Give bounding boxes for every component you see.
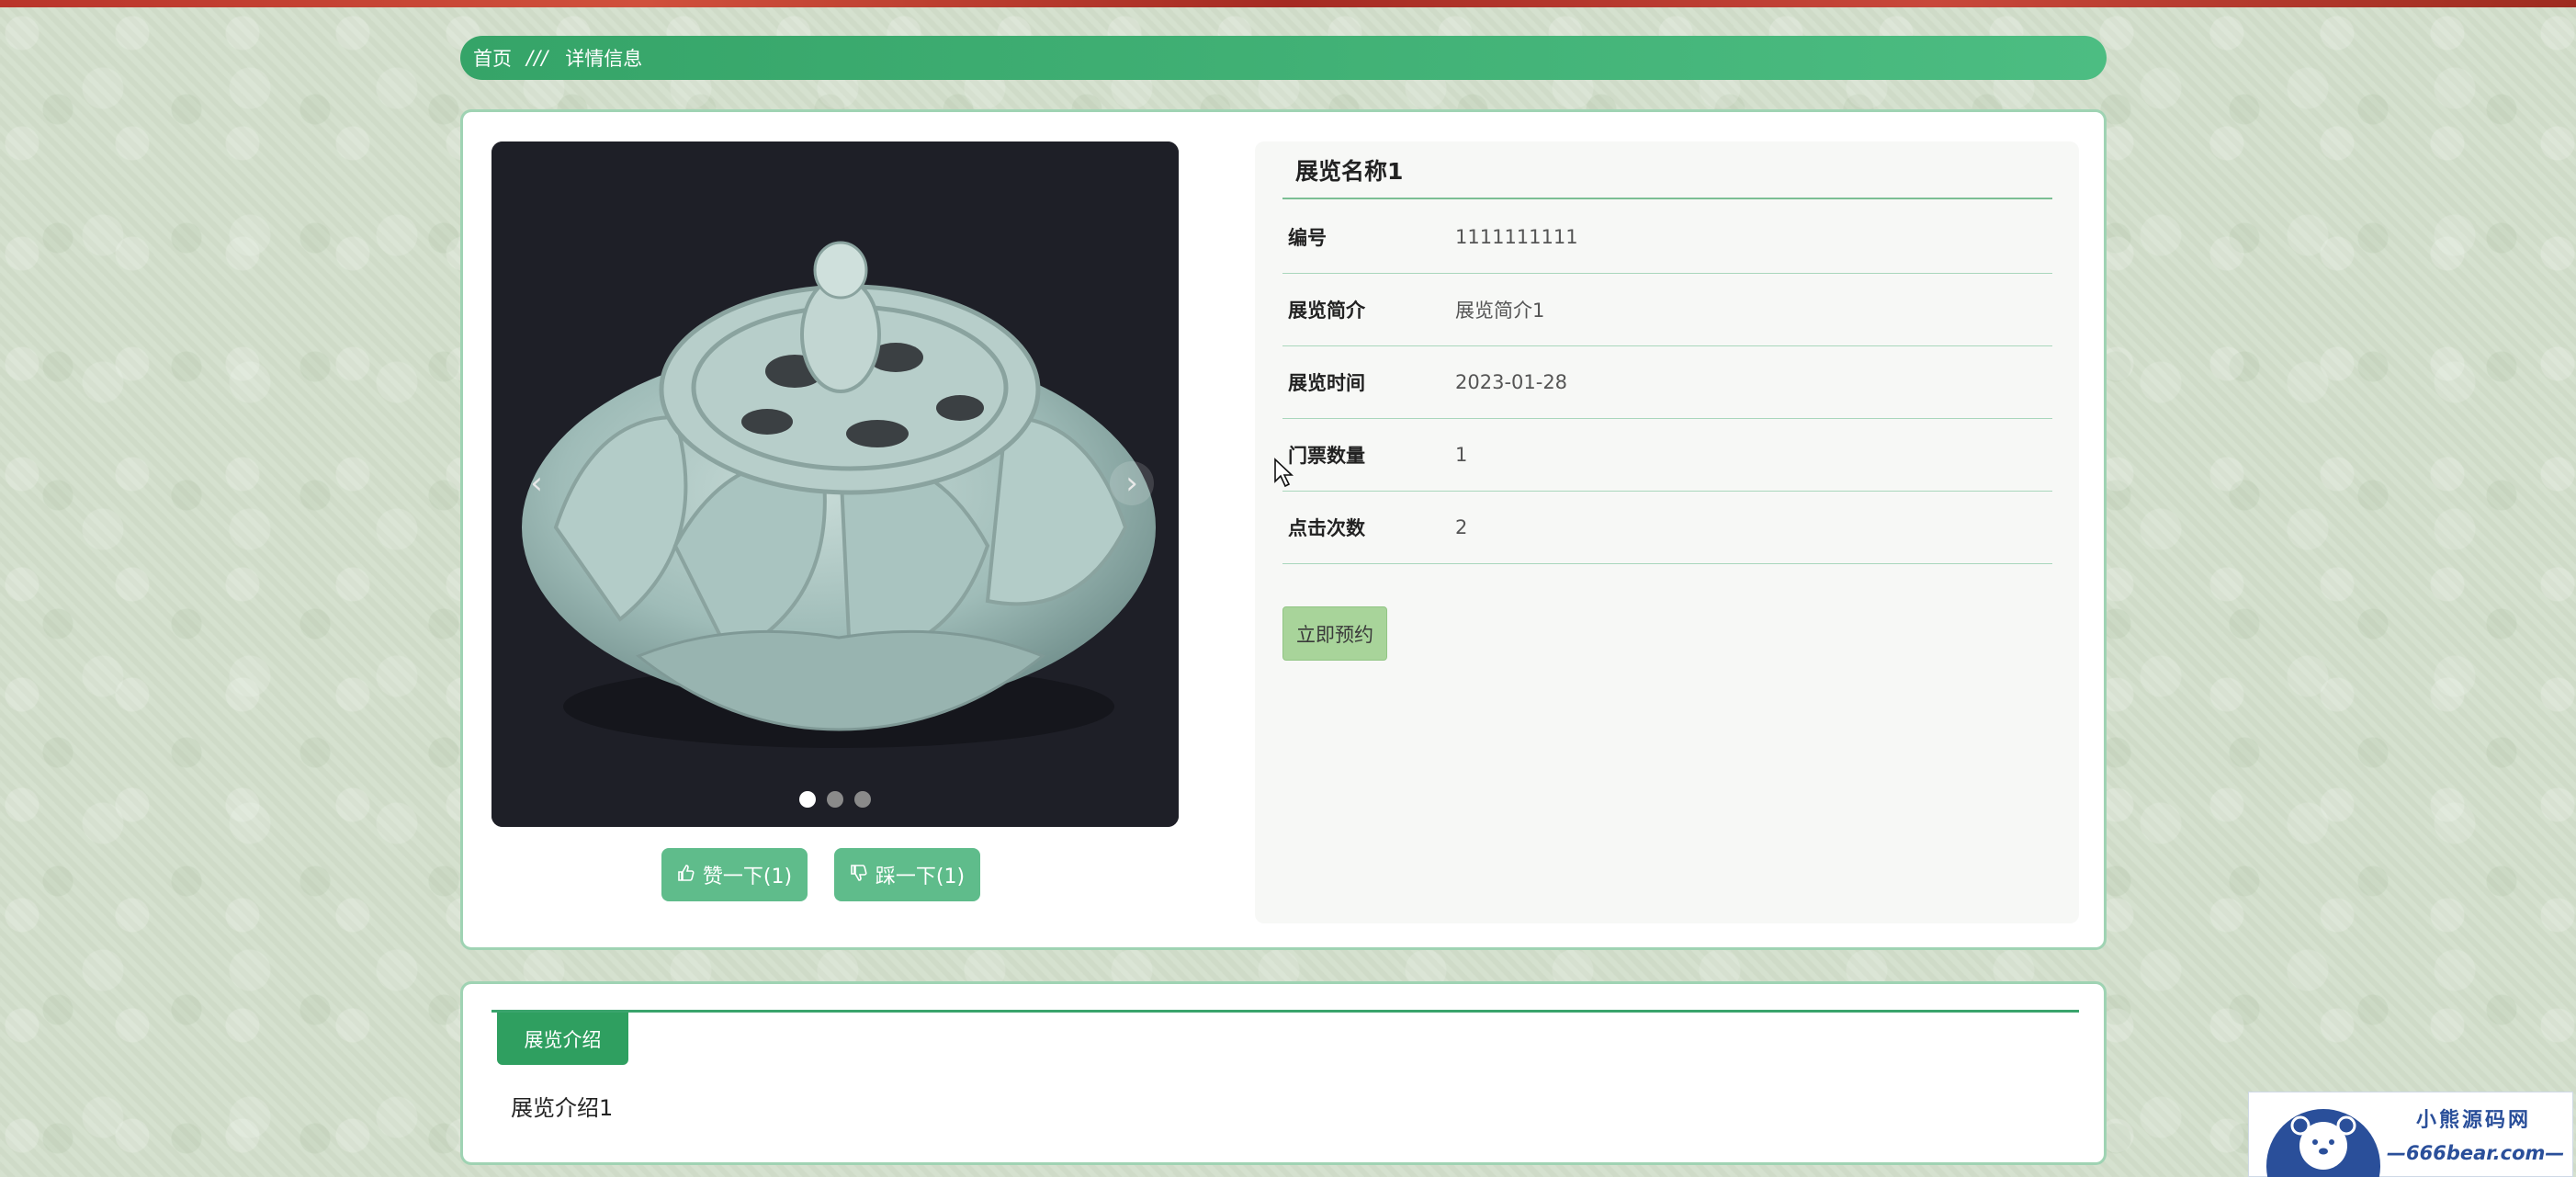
thumbs-down-icon (850, 864, 868, 887)
field-row-id: 编号 1111111111 (1282, 201, 2052, 274)
field-label: 门票数量 (1288, 445, 1365, 467)
field-value: 展览简介1 (1455, 300, 1545, 322)
field-value: 2 (1455, 516, 1468, 538)
field-label: 展览简介 (1288, 300, 1365, 322)
carousel-prev-button[interactable]: ‹ (514, 461, 559, 505)
watermark-title: 小熊源码网 (2416, 1109, 2532, 1132)
dislike-button[interactable]: 踩一下(1) (834, 848, 980, 901)
detail-info-card: 展览名称1 编号 1111111111 展览简介 展览简介1 展览时间 2023… (1255, 141, 2079, 923)
field-label: 点击次数 (1288, 517, 1365, 539)
thumbs-up-icon (677, 864, 695, 887)
detail-panel: ‹ › 赞一下(1) 踩一下(1) 展览名称1 编号 1111111111 展览… (460, 109, 2107, 950)
bear-mascot-icon (2266, 1109, 2380, 1177)
tab-intro[interactable]: 展览介绍 (497, 1013, 628, 1065)
field-label: 展览时间 (1288, 372, 1365, 394)
intro-content: 展览介绍1 (511, 1095, 614, 1121)
field-value: 1111111111 (1455, 226, 1578, 248)
carousel-dot-2[interactable] (827, 791, 843, 808)
breadcrumb-home-link[interactable]: 首页 (473, 44, 512, 72)
image-carousel[interactable]: ‹ › (491, 141, 1179, 827)
intro-divider (491, 1010, 2079, 1013)
like-button-label: 赞一下(1) (702, 866, 793, 888)
exhibition-title: 展览名称1 (1282, 141, 2052, 199)
reserve-button[interactable]: 立即预约 (1282, 606, 1387, 661)
mouse-cursor-icon (1273, 458, 1295, 492)
watermark-logo: 小熊源码网 —666bear.com— (2248, 1092, 2573, 1177)
like-button[interactable]: 赞一下(1) (661, 848, 808, 901)
field-value: 2023-01-28 (1455, 371, 1568, 393)
dislike-button-label: 踩一下(1) (875, 866, 966, 888)
exhibit-image (491, 141, 1179, 827)
top-banner-image (0, 0, 2576, 7)
field-row-ticket-count: 门票数量 1 (1282, 419, 2052, 492)
field-row-summary: 展览简介 展览简介1 (1282, 274, 2052, 346)
carousel-indicators (491, 791, 1179, 808)
breadcrumb-separator: /// (526, 47, 549, 69)
carousel-dot-3[interactable] (854, 791, 871, 808)
carousel-dot-1[interactable] (799, 791, 816, 808)
field-label: 编号 (1288, 227, 1327, 249)
carousel-next-button[interactable]: › (1110, 461, 1154, 505)
breadcrumb: 首页 /// 详情信息 (460, 36, 2107, 80)
field-row-click-count: 点击次数 2 (1282, 492, 2052, 564)
field-row-date: 展览时间 2023-01-28 (1282, 346, 2052, 419)
intro-panel: 展览介绍 展览介绍1 (460, 981, 2107, 1165)
breadcrumb-current: 详情信息 (565, 48, 643, 70)
watermark-url: —666bear.com— (2387, 1142, 2565, 1164)
field-value: 1 (1455, 444, 1468, 466)
